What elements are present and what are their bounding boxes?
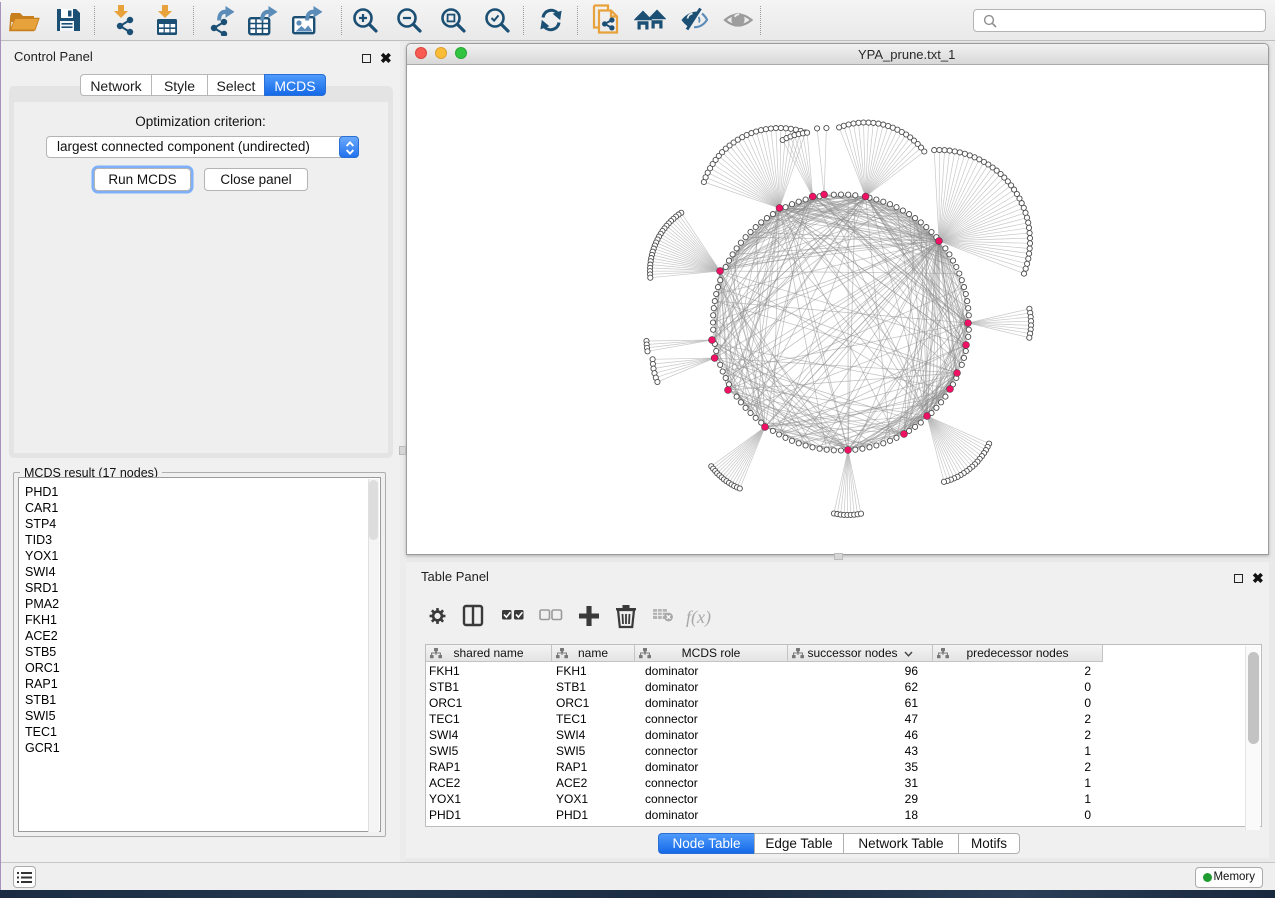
- svg-text:f(x): f(x): [686, 607, 711, 628]
